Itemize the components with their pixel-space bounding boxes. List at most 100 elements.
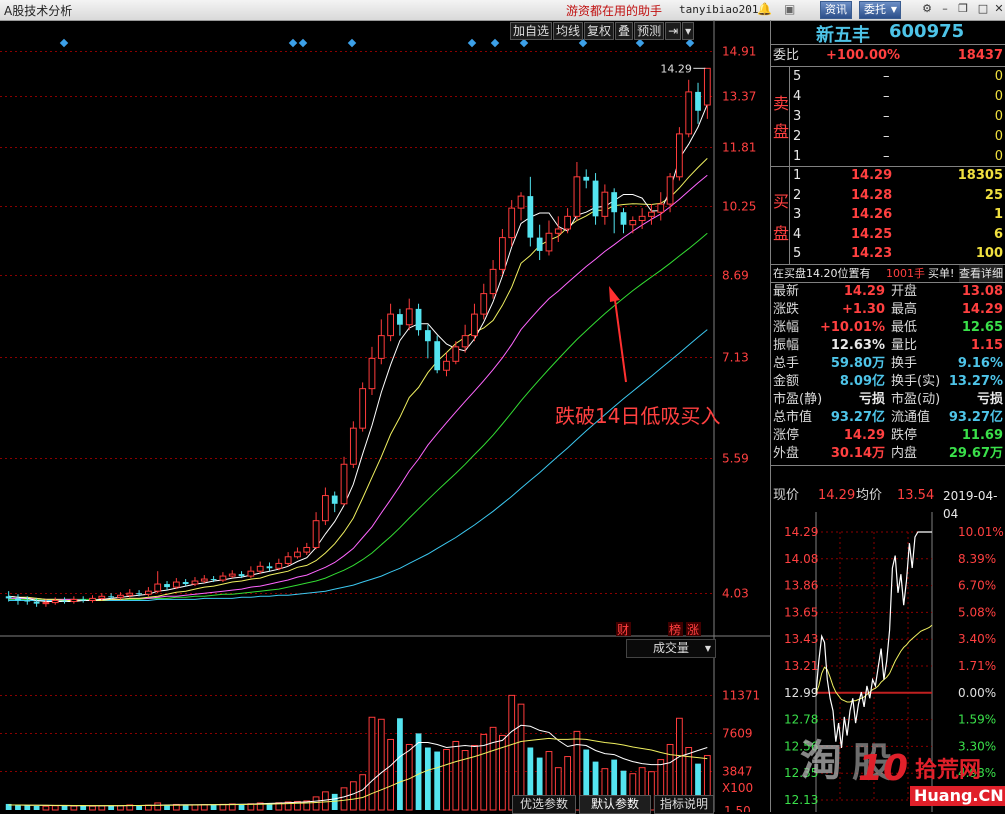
chevron-down-icon[interactable]: ▼ xyxy=(887,3,901,17)
buy-side-label: 买 xyxy=(773,192,790,211)
order-ratio-pct: +100.00% xyxy=(826,48,901,63)
candle-body xyxy=(480,293,488,315)
chevron-down-icon: ▼ xyxy=(704,644,711,653)
bell-icon[interactable]: 🔔 xyxy=(757,2,772,16)
watermark-site-name: 拾荒网 xyxy=(915,758,982,783)
candle-body xyxy=(461,335,469,348)
volume-bar xyxy=(108,805,115,810)
volume-bar xyxy=(424,747,431,810)
candle-body xyxy=(322,495,329,522)
quote-value: 59.80万 xyxy=(830,356,885,371)
buy-level-number: 3 xyxy=(793,207,802,222)
buy-notice-tag: 买单! xyxy=(928,267,955,280)
overlay-button[interactable]: 叠 xyxy=(615,22,634,40)
intraday-pct-tick: 10.01% xyxy=(958,525,1004,539)
price-tick-label: 13.37 xyxy=(722,90,756,104)
volume-bar xyxy=(51,805,59,811)
volume-indicator-label: 成交量 xyxy=(652,641,689,655)
candle-body xyxy=(172,581,180,588)
sell-level-number: 1 xyxy=(793,149,802,164)
volume-bar xyxy=(368,716,376,811)
quote-label: 量比 xyxy=(891,338,918,353)
candle-body xyxy=(238,574,245,577)
volume-tick-label: 7609 xyxy=(722,727,753,741)
info-button[interactable]: 资讯 xyxy=(820,1,852,19)
quote-label: 最高 xyxy=(891,302,918,317)
intraday-pct-tick: 6.70% xyxy=(958,579,996,593)
candle-body xyxy=(24,600,31,602)
view-detail-link[interactable]: 查看详细 xyxy=(959,265,1003,283)
candle-body xyxy=(666,176,674,205)
quote-row: 市盈(静) 亏损 市盈(动) 亏损 xyxy=(773,391,1005,409)
quote-label: 最新 xyxy=(773,284,800,299)
volume-bar xyxy=(322,791,329,811)
volume-bar xyxy=(387,738,394,811)
volume-indicator-select[interactable]: 成交量 ▼ xyxy=(626,639,716,658)
shirt-icon[interactable]: ▣ xyxy=(784,2,795,16)
volume-tick-label: 3847 xyxy=(722,765,753,779)
volume-bar xyxy=(471,744,478,811)
candle-body xyxy=(228,573,236,577)
quote-value: 13.08 xyxy=(961,284,1003,299)
buy-level-price: 14.28 xyxy=(851,187,893,203)
chevron-down-icon[interactable]: ▾ xyxy=(682,22,695,40)
quote-value: 1.15 xyxy=(970,338,1003,353)
stock-code: 600975 xyxy=(889,21,965,42)
preferred-params-button[interactable]: 优选参数 xyxy=(512,795,576,814)
quote-value: +1.30 xyxy=(842,302,885,317)
volume-bar xyxy=(434,751,441,810)
candle-body xyxy=(489,268,497,295)
add-watchlist-button[interactable]: 加自选 xyxy=(510,22,553,40)
quote-row: 金额 8.09亿 换手(实) 13.27% xyxy=(773,373,1005,391)
buy-level-row: 5 14.23 100 xyxy=(793,245,1003,263)
volume-bar xyxy=(359,774,367,811)
maximize-icon[interactable]: □ xyxy=(976,2,990,16)
indicator-help-button[interactable]: 指标说明 xyxy=(654,795,714,814)
volume-bar xyxy=(154,802,162,811)
ma5-line xyxy=(8,104,708,602)
intraday-price-tick: 12.99 xyxy=(784,686,818,700)
price-tick-label: 14.91 xyxy=(722,45,756,59)
candle-body xyxy=(126,592,134,596)
ma-button[interactable]: 均线 xyxy=(553,22,584,40)
restore-icon[interactable]: ❐ xyxy=(956,2,970,16)
forecast-button[interactable]: 预测 xyxy=(634,22,665,40)
candle-body xyxy=(303,546,311,553)
price-tick-label: 5.59 xyxy=(722,452,749,466)
adjust-button[interactable]: 复权 xyxy=(584,22,615,40)
candle-body xyxy=(573,176,581,217)
candle-body xyxy=(33,601,40,604)
volume-bar xyxy=(117,805,124,811)
arrow-right-icon[interactable]: ⇥ xyxy=(665,22,682,40)
settings-icon[interactable]: ⚙ xyxy=(920,2,934,16)
quote-label: 市盈(静) xyxy=(773,392,823,407)
candle-body xyxy=(452,346,460,362)
last-price-label: 14.29 xyxy=(660,62,692,75)
buy-level-volume: 18305 xyxy=(957,168,1003,183)
minimize-icon[interactable]: – xyxy=(938,2,952,16)
candle-body xyxy=(583,176,590,181)
candle-body xyxy=(70,598,78,603)
title-bar: A股技术分析 游资都在用的助手 tanyibiao201 🔔 ▣ 资讯 委托 ▼… xyxy=(0,0,1005,21)
intraday-pct-tick: 8.39% xyxy=(958,552,996,566)
candle-body xyxy=(210,579,217,581)
slogan-link[interactable]: 游资都在用的助手 xyxy=(566,2,662,19)
event-marker xyxy=(347,38,357,48)
quote-row: 涨幅 +10.01% 最低 12.65 xyxy=(773,319,1005,337)
candle-body xyxy=(164,584,170,588)
candle-body xyxy=(508,207,516,239)
sell-level-price: – xyxy=(883,129,890,144)
candle-body xyxy=(312,520,320,548)
candle-body xyxy=(331,495,338,504)
intraday-price-tick: 13.86 xyxy=(784,579,818,593)
default-params-button[interactable]: 默认参数 xyxy=(579,795,651,814)
quote-row: 最新 14.29 开盘 13.08 xyxy=(773,283,1005,301)
quote-value: 11.69 xyxy=(961,428,1003,443)
candle-body xyxy=(340,463,348,505)
candle-body xyxy=(15,598,21,601)
close-icon[interactable]: ✕ xyxy=(992,2,1005,16)
candle-body xyxy=(61,600,68,602)
current-price-label: 现价 xyxy=(773,488,800,503)
sell-level-number: 4 xyxy=(793,89,802,104)
flag-label: 涨 xyxy=(687,622,699,637)
